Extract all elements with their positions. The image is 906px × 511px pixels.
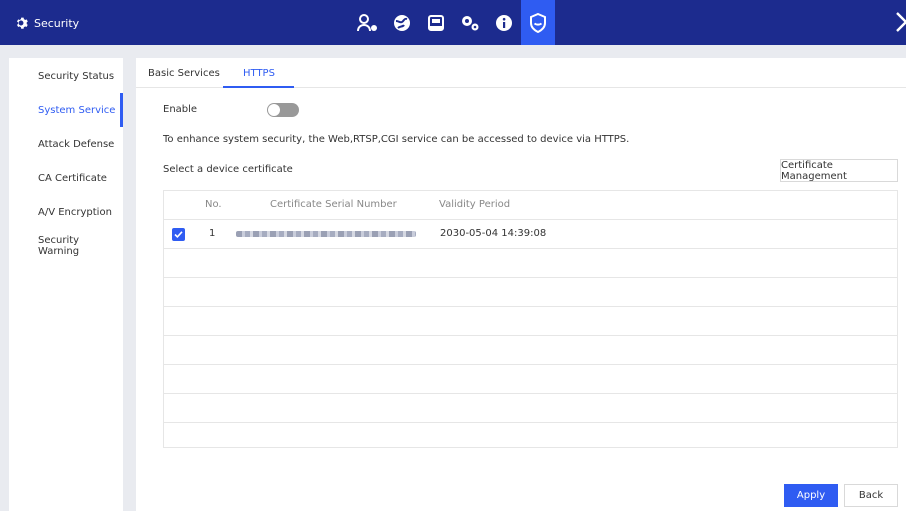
- sidebar-item-attack-defense[interactable]: Attack Defense: [9, 127, 123, 161]
- active-tab-underline: [223, 86, 294, 88]
- sidebar-item-label: System Service: [38, 104, 116, 116]
- https-description: To enhance system security, the Web,RTSP…: [163, 134, 630, 145]
- security-shield-icon[interactable]: [521, 0, 555, 45]
- table-row: [164, 249, 897, 278]
- close-icon[interactable]: [892, 8, 906, 36]
- table-row: [164, 365, 897, 394]
- sidebar-item-ca-certificate[interactable]: CA Certificate: [9, 161, 123, 195]
- sidebar-item-label: Security Status: [38, 70, 115, 82]
- checkmark-icon: [174, 231, 183, 239]
- main-content: Basic Services HTTPS Enable To enhance s…: [136, 58, 906, 511]
- sidebar-item-av-encryption[interactable]: A/V Encryption: [9, 195, 123, 229]
- sidebar-item-security-status[interactable]: Security Status: [9, 59, 123, 93]
- tab-bar: Basic Services HTTPS: [136, 58, 906, 88]
- sidebar-item-label: A/V Encryption: [38, 206, 112, 218]
- table-row: [164, 423, 897, 447]
- sidebar-item-security-warning[interactable]: Security Warning: [9, 229, 123, 263]
- tab-https[interactable]: HTTPS: [243, 68, 275, 79]
- top-bar: Security: [0, 0, 906, 45]
- header-no: No.: [205, 199, 222, 210]
- app-title: Security: [14, 15, 79, 31]
- sidebar-item-label: Security Warning: [38, 235, 80, 257]
- table-row: [164, 336, 897, 365]
- info-icon[interactable]: [487, 0, 521, 45]
- storage-icon[interactable]: [419, 0, 453, 45]
- sidebar-item-label: CA Certificate: [38, 172, 107, 184]
- account-icon[interactable]: [351, 0, 385, 45]
- select-certificate-label: Select a device certificate: [163, 164, 293, 175]
- sidebar-item-label: Attack Defense: [38, 138, 115, 150]
- sidebar-item-system-service[interactable]: System Service: [9, 93, 123, 127]
- row-validity: 2030-05-04 14:39:08: [440, 228, 547, 239]
- sidebar: Security Status System Service Attack De…: [9, 58, 123, 511]
- app-title-text: Security: [34, 16, 80, 30]
- apply-button[interactable]: Apply: [784, 484, 838, 507]
- row-checkbox[interactable]: [172, 228, 185, 241]
- top-nav: [351, 0, 555, 45]
- active-indicator: [120, 93, 123, 127]
- certificate-table: No. Certificate Serial Number Validity P…: [163, 190, 898, 448]
- table-row: [164, 278, 897, 307]
- serial-number-redacted: [236, 231, 416, 237]
- table-row[interactable]: 1 2030-05-04 14:39:08: [164, 220, 897, 249]
- row-no: 1: [209, 228, 216, 239]
- enable-toggle[interactable]: [267, 103, 299, 117]
- network-icon[interactable]: [385, 0, 419, 45]
- table-row: [164, 307, 897, 336]
- tab-basic-services[interactable]: Basic Services: [148, 68, 220, 79]
- table-header: No. Certificate Serial Number Validity P…: [164, 191, 897, 220]
- enable-label: Enable: [163, 104, 198, 115]
- header-serial: Certificate Serial Number: [270, 199, 397, 210]
- table-row: [164, 394, 897, 423]
- header-validity: Validity Period: [439, 199, 511, 210]
- gear-icon: [16, 17, 28, 29]
- back-button[interactable]: Back: [844, 484, 898, 507]
- toggle-knob: [268, 104, 280, 116]
- certificate-management-button[interactable]: Certificate Management: [780, 159, 898, 182]
- system-settings-icon[interactable]: [453, 0, 487, 45]
